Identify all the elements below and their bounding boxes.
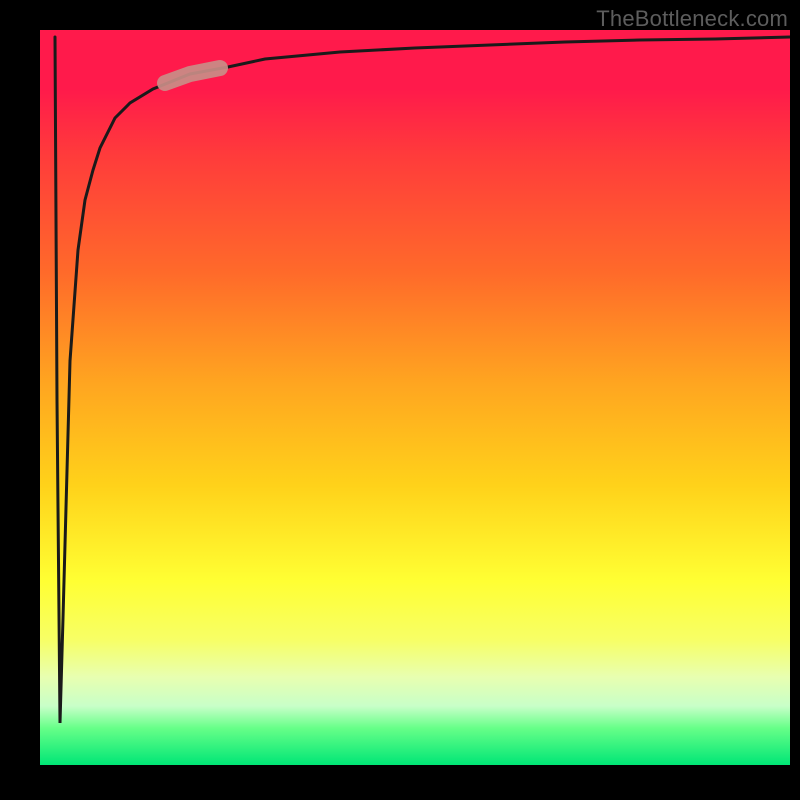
bottleneck-curve xyxy=(55,37,790,723)
curve-highlight-segment xyxy=(165,68,220,83)
plot-area xyxy=(40,30,790,765)
curve-layer xyxy=(40,30,790,765)
attribution-text: TheBottleneck.com xyxy=(596,6,788,32)
chart-stage: TheBottleneck.com xyxy=(0,0,800,800)
